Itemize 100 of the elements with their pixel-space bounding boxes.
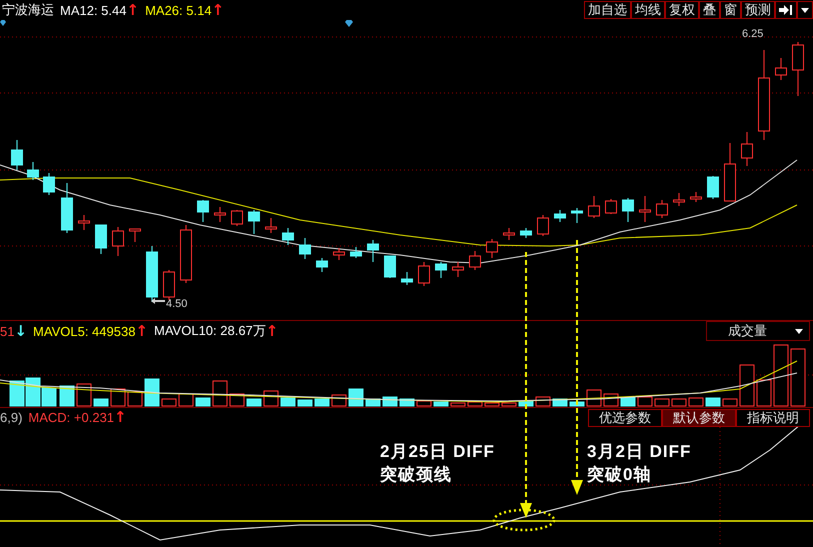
indicator-tab[interactable]: 指标说明 (736, 408, 810, 426)
indicator-value: 51 (0, 324, 14, 338)
toolbar-button[interactable]: 窗 (720, 1, 741, 19)
candlestick (384, 256, 396, 278)
candlestick (43, 172, 55, 196)
volume-bar (468, 402, 482, 406)
volume-bar (484, 402, 500, 406)
candlestick (163, 270, 175, 300)
volume-bar (756, 380, 772, 406)
volume-bar (10, 380, 24, 406)
volume-bar (706, 398, 720, 406)
volume-bar (246, 398, 262, 406)
volume-bar (348, 388, 364, 406)
volume-bar (740, 364, 754, 406)
indicator-value: MAVOL5: 449538 (33, 324, 136, 338)
volume-bar (144, 378, 160, 406)
candlestick (452, 262, 464, 278)
volume-bar (298, 400, 312, 406)
volume-bar (570, 402, 584, 406)
candlestick (401, 272, 413, 286)
volume-bar (620, 398, 636, 406)
candlestick (197, 200, 209, 222)
volume-bar (76, 384, 92, 406)
candlestick (486, 238, 498, 258)
volume-bar (280, 398, 296, 406)
trend-arrow: ↑ (126, 2, 140, 18)
candlestick (27, 162, 39, 180)
volume-bar (654, 398, 670, 406)
volume-bar (60, 386, 74, 406)
candlestick (639, 196, 651, 222)
high-price-label: 6.25 (742, 28, 764, 40)
caret-icon (795, 328, 803, 334)
diamond-marker-icon (0, 20, 6, 26)
candlestick (775, 58, 787, 80)
indicator-tab[interactable]: 优选参数 (588, 408, 662, 426)
candlestick (78, 214, 90, 230)
annotation-text: 2月25日 DIFF 突破颈线 (380, 441, 495, 486)
diamond-marker-icon (345, 20, 353, 27)
candlestick (673, 192, 685, 206)
volume-bar (314, 398, 330, 406)
indicator-value: MA26: 5.14 (145, 2, 212, 18)
volume-bar (416, 400, 432, 406)
indicator-select[interactable]: 成交量 (706, 321, 810, 341)
stock-name: 宁波海运 (2, 1, 54, 19)
indicator-tab[interactable]: 默认参数 (662, 408, 736, 426)
candlestick (146, 246, 158, 302)
candlestick (316, 258, 328, 272)
candlestick (724, 142, 736, 202)
volume-bar (332, 394, 346, 406)
volume-bar (110, 388, 126, 406)
arrow-to-bar-icon (779, 4, 793, 16)
trend-arrow: ↑ (266, 324, 278, 338)
indicator-value: MACD: +0.231 (28, 410, 114, 425)
volume-bar (212, 380, 228, 406)
indicator-value: MA12: 5.44 (60, 2, 126, 18)
collapse-button[interactable] (775, 1, 797, 19)
volume-bar (434, 402, 448, 406)
candlestick (605, 198, 617, 214)
candlestick (792, 42, 804, 96)
candlestick (265, 218, 277, 234)
candlestick (469, 250, 481, 270)
candlestick (690, 192, 702, 202)
candlestick (418, 262, 430, 286)
candlestick (248, 210, 260, 234)
volume-bar (722, 398, 738, 406)
toolbar-button[interactable]: 均线 (631, 1, 665, 19)
volume-bar (638, 396, 652, 406)
volume-bar (196, 398, 210, 406)
toolbar-button[interactable]: 复权 (665, 1, 699, 19)
candlestick (367, 240, 379, 262)
volume-bar (264, 390, 278, 406)
candlestick (707, 176, 719, 200)
candlestick (180, 224, 192, 284)
indicator-value: MAVOL10: 28.67万 (154, 322, 266, 340)
toolbar-button[interactable]: 加自选 (584, 1, 631, 19)
trend-arrow: ↓ (14, 324, 28, 338)
candlestick (656, 200, 668, 218)
volume-bar (790, 348, 806, 406)
candlestick (554, 210, 566, 222)
volume-bar (450, 402, 466, 406)
candlestick (622, 198, 634, 222)
candlestick (112, 226, 124, 256)
toolbar-button[interactable]: 预测 (741, 1, 775, 19)
candlestick (129, 228, 141, 242)
low-price-label: 4.50 (166, 298, 188, 310)
candlestick (11, 140, 23, 170)
volume-bar (688, 398, 704, 406)
volume-bar (774, 344, 788, 406)
toolbar-button[interactable]: 叠 (699, 1, 720, 19)
candlestick (350, 246, 362, 258)
candlestick (588, 196, 600, 218)
annotation-text: 3月2日 DIFF 突破0轴 (587, 441, 692, 486)
indicator-value: 6,9) (0, 410, 22, 425)
dropdown-button[interactable] (797, 1, 813, 19)
candlestick (503, 228, 515, 240)
trend-arrow: ↑ (114, 410, 127, 425)
candlestick (333, 248, 345, 260)
volume-bar (502, 402, 516, 406)
highlight-ellipse (492, 508, 556, 532)
volume-bar (536, 396, 550, 406)
